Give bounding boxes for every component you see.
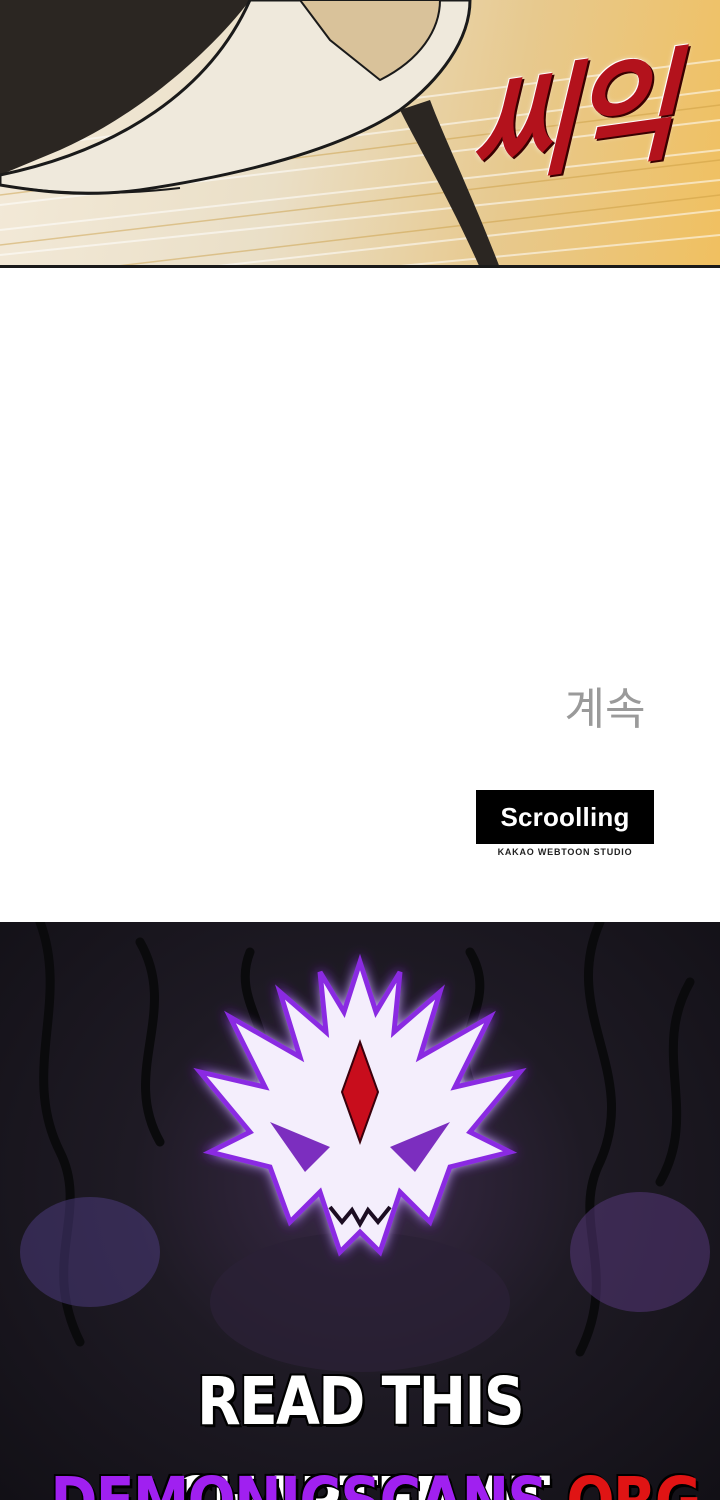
- sound-effect-text: 씨익: [468, 35, 672, 204]
- promo-site-link[interactable]: DEMONICSCANS.ORG: [50, 1452, 701, 1500]
- studio-logo: Scroolling: [476, 790, 654, 844]
- promo-site-tld: .ORG: [547, 1463, 702, 1500]
- promo-headline: READ THIS CHAPTER AT: [172, 1363, 550, 1500]
- to-be-continued-text: 계속: [564, 684, 646, 735]
- manga-panel-action: 씨익: [0, 0, 720, 268]
- promo-banner: READ THIS CHAPTER AT DEMONICSCANS.ORG: [0, 922, 720, 1500]
- promo-site-name: DEMONICSCANS: [50, 1463, 548, 1500]
- studio-subtitle: KAKAO WEBTOON STUDIO: [497, 847, 633, 857]
